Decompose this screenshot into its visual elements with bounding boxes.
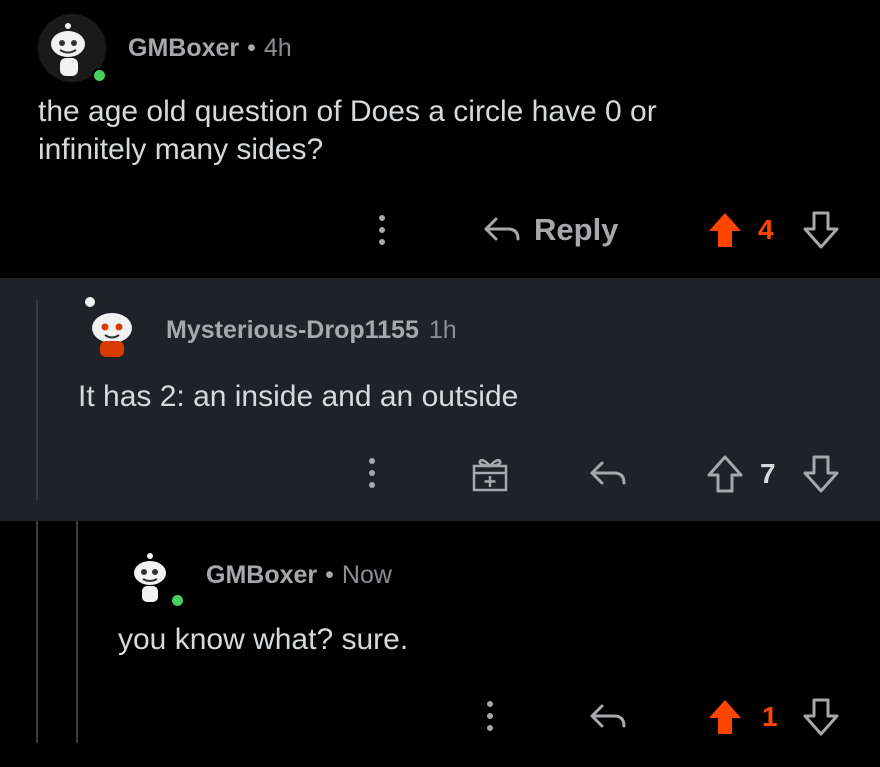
more-options-button[interactable] — [360, 448, 384, 498]
comment-mysterious-drop: Mysterious-Drop1155 1h It has 2: an insi… — [0, 278, 880, 521]
timestamp: 4h — [263, 34, 292, 62]
kebab-icon-dot — [369, 470, 375, 476]
online-status-icon — [170, 593, 185, 608]
comment-gmboxer-reply: GMBoxer • Now you know what? sure. 1 — [0, 521, 880, 767]
kebab-icon — [369, 458, 375, 464]
username[interactable]: Mysterious-Drop1155 — [166, 316, 419, 345]
kebab-icon-dot — [379, 239, 385, 245]
username[interactable]: GMBoxer — [206, 561, 317, 590]
separator: • — [325, 561, 334, 589]
reply-arrow-icon — [590, 704, 626, 728]
upvote-button[interactable] — [704, 208, 746, 252]
downvote-button[interactable] — [800, 452, 842, 496]
thread-line[interactable] — [36, 300, 38, 500]
avatar[interactable] — [122, 547, 185, 608]
avatar[interactable] — [78, 296, 142, 360]
timestamp: 1h — [428, 316, 457, 344]
reply-button[interactable]: Reply — [482, 208, 618, 252]
more-options-button[interactable] — [478, 691, 502, 741]
reply-label: Reply — [534, 212, 619, 247]
kebab-icon-dot — [487, 713, 493, 719]
downvote-arrow-icon — [803, 455, 839, 493]
timestamp: Now — [341, 561, 392, 589]
upvote-arrow-icon — [709, 700, 741, 734]
online-status-icon — [92, 68, 107, 83]
thread-line[interactable] — [76, 521, 78, 743]
kebab-icon-dot — [379, 227, 385, 233]
vote-score: 7 — [760, 458, 776, 489]
downvote-button[interactable] — [800, 208, 842, 252]
kebab-icon-dot — [487, 725, 493, 731]
separator: • — [247, 34, 256, 62]
reply-arrow-icon — [484, 217, 520, 241]
thread-line[interactable] — [36, 521, 38, 743]
kebab-icon — [487, 701, 493, 707]
comment-body: the age old question of Does a circle ha… — [38, 95, 657, 166]
comment-meta: GMBoxer • Now — [206, 561, 392, 590]
kebab-icon-dot — [369, 482, 375, 488]
reply-button[interactable] — [586, 452, 630, 496]
reply-arrow-icon — [590, 461, 626, 485]
downvote-arrow-icon — [803, 698, 839, 736]
vote-score: 1 — [762, 701, 778, 732]
snoo-avatar-icon — [85, 297, 132, 357]
upvote-arrow-icon — [709, 213, 741, 247]
downvote-button[interactable] — [800, 695, 842, 739]
comment-body: you know what? sure. — [118, 623, 409, 656]
comment-gmboxer-top: GMBoxer • 4h the age old question of Doe… — [0, 0, 880, 278]
comment-body: It has 2: an inside and an outside — [78, 380, 519, 413]
award-button[interactable] — [468, 452, 512, 496]
upvote-button[interactable] — [704, 452, 746, 496]
vote-score: 4 — [758, 214, 774, 245]
username[interactable]: GMBoxer — [128, 34, 239, 63]
reply-button[interactable] — [586, 695, 630, 739]
kebab-icon — [379, 215, 385, 221]
avatar[interactable] — [38, 14, 107, 83]
gift-icon — [472, 458, 508, 492]
more-options-button[interactable] — [370, 205, 394, 255]
comment-meta: GMBoxer • 4h — [128, 34, 292, 63]
upvote-button[interactable] — [704, 695, 746, 739]
downvote-arrow-icon — [803, 211, 839, 249]
upvote-arrow-icon — [707, 455, 743, 493]
comment-meta: Mysterious-Drop1155 1h — [166, 316, 457, 345]
